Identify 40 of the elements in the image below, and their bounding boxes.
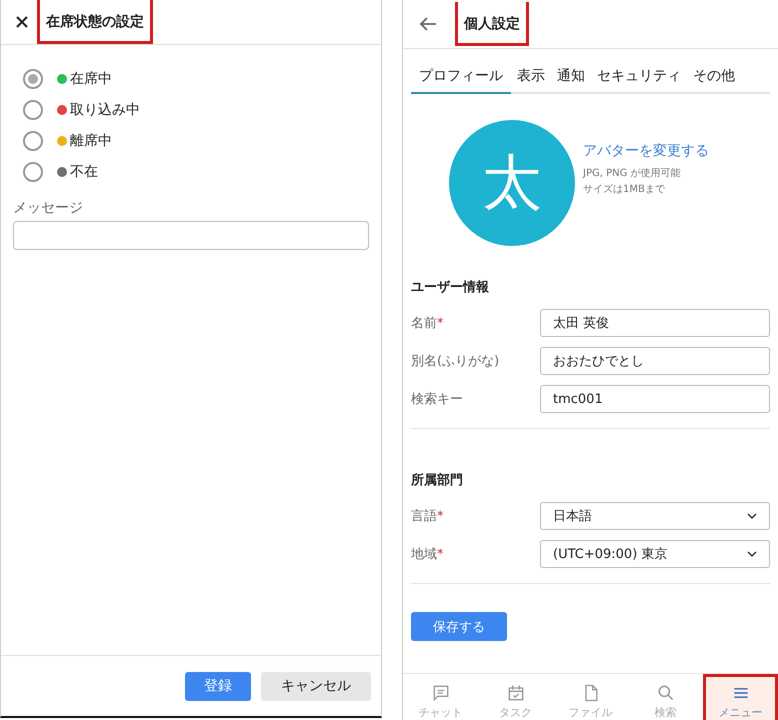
section-heading: 所属部門 (411, 472, 464, 489)
tab[interactable]: セキュリティ (591, 61, 687, 94)
tab[interactable]: 表示 (511, 61, 551, 94)
cancel-button[interactable]: キャンセル (261, 672, 371, 700)
message-label: メッセージ (13, 199, 84, 217)
back-arrow-icon[interactable] (419, 16, 437, 32)
dialog-title: 在席状態の設定 (37, 0, 153, 44)
avatar: 太 (449, 120, 575, 246)
tab[interactable]: 通知 (551, 61, 591, 94)
input-field[interactable]: 太田 英俊 (540, 309, 770, 337)
avatar-note: JPG, PNG が使用可能 (583, 166, 682, 180)
page-title: 個人設定 (455, 2, 529, 46)
status-label: 在席中 (70, 70, 112, 88)
field-label: 言語* (411, 508, 444, 525)
section-heading: ユーザー情報 (411, 279, 490, 296)
radio-button[interactable] (23, 100, 43, 120)
radio-button[interactable] (23, 162, 43, 182)
avatar-note: サイズは1MBまで (583, 183, 666, 196)
radio-button[interactable] (23, 68, 43, 88)
field-label: 名前* (411, 315, 444, 332)
input-field[interactable]: おおたひでとし (540, 347, 770, 375)
status-label: 離席中 (70, 132, 112, 150)
select-field[interactable]: (UTC+09:00) 東京 (540, 540, 770, 568)
message-field[interactable] (13, 221, 369, 250)
field-label: 地域* (411, 546, 444, 563)
select-field[interactable]: 日本語 (540, 502, 770, 530)
tab[interactable]: その他 (687, 61, 741, 94)
register-button[interactable]: 登録 (185, 672, 251, 700)
tab[interactable]: プロフィール (411, 61, 511, 94)
field-label: 検索キー (411, 391, 464, 408)
save-button[interactable]: 保存する (411, 612, 507, 641)
chevron-down-icon (747, 513, 757, 519)
radio-button[interactable] (23, 130, 43, 150)
chevron-down-icon (747, 551, 757, 557)
field-label: 別名(ふりがな) (411, 353, 500, 370)
status-label: 不在 (70, 162, 98, 180)
change-avatar-link[interactable]: アバターを変更する (583, 142, 709, 160)
close-icon[interactable] (15, 15, 29, 29)
input-field[interactable]: tmc001 (540, 385, 770, 413)
status-label: 取り込み中 (70, 100, 140, 118)
